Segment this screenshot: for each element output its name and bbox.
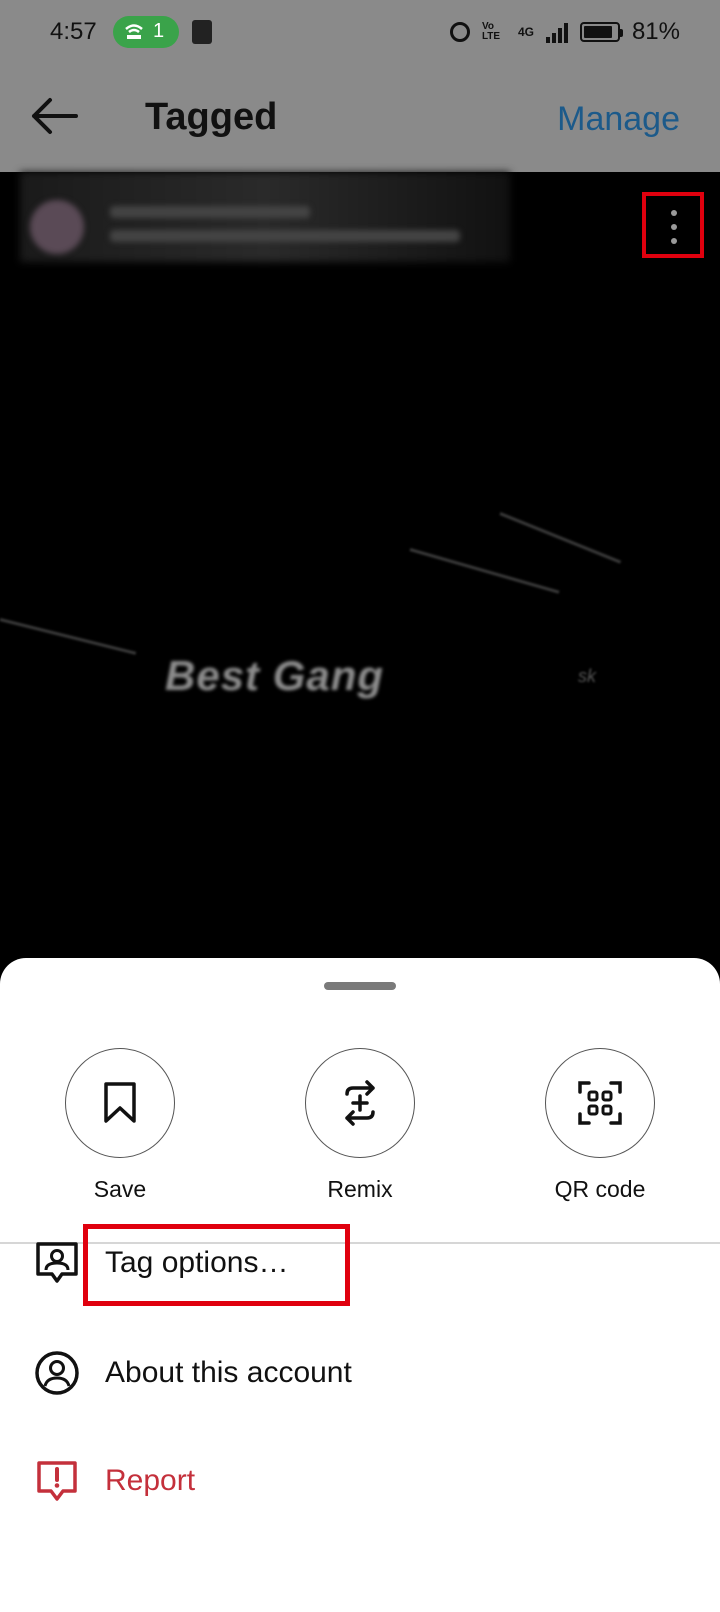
report-icon bbox=[34, 1458, 80, 1504]
qr-code-label: QR code bbox=[554, 1176, 646, 1202]
author-info-blurred bbox=[110, 206, 470, 246]
tag-options-highlight bbox=[83, 1224, 350, 1306]
top-bar: Tagged Manage bbox=[0, 66, 720, 172]
manage-button[interactable]: Manage bbox=[557, 100, 680, 139]
report-item[interactable]: Report bbox=[0, 1434, 720, 1534]
qr-code-icon bbox=[578, 1081, 622, 1125]
tagged-post: Best Gang sk bbox=[0, 172, 720, 962]
page-title: Tagged bbox=[145, 96, 278, 138]
save-circle[interactable] bbox=[65, 1048, 175, 1158]
back-arrow-icon[interactable] bbox=[30, 96, 80, 136]
remix-icon bbox=[345, 1080, 375, 1126]
hotspot-badge: 1 bbox=[113, 16, 179, 48]
volte-label: Vo LTE bbox=[481, 21, 501, 42]
network-label: 4G bbox=[517, 25, 534, 39]
status-bar: 4:57 1 Vo LTE 4G 81% bbox=[0, 0, 720, 66]
save-label: Save bbox=[93, 1176, 147, 1202]
save-button[interactable]: Save bbox=[60, 1048, 180, 1203]
alarm-icon bbox=[449, 22, 470, 42]
hotspot-count: 1 bbox=[153, 20, 165, 42]
remix-circle[interactable] bbox=[305, 1048, 415, 1158]
more-options-icon[interactable] bbox=[642, 192, 704, 258]
sheet-handle[interactable] bbox=[324, 982, 396, 990]
about-this-account-item[interactable]: About this account bbox=[0, 1326, 720, 1426]
app-notification-icon bbox=[192, 20, 212, 44]
signal-icon bbox=[545, 21, 568, 43]
account-circle-icon bbox=[34, 1350, 80, 1396]
battery-icon bbox=[579, 22, 623, 42]
remix-button[interactable]: Remix bbox=[300, 1048, 420, 1203]
about-this-account-label: About this account bbox=[105, 1356, 352, 1389]
wifi-icon bbox=[123, 20, 145, 48]
battery-percent: 81% bbox=[631, 18, 680, 45]
report-label: Report bbox=[105, 1464, 196, 1497]
remix-label: Remix bbox=[327, 1176, 393, 1202]
qr-code-button[interactable]: QR code bbox=[540, 1048, 660, 1203]
post-image-small-text: sk bbox=[578, 666, 596, 686]
streak-decoration bbox=[499, 512, 622, 564]
streak-decoration bbox=[409, 548, 560, 594]
tag-person-icon bbox=[34, 1240, 80, 1286]
qr-code-circle[interactable] bbox=[545, 1048, 655, 1158]
clock: 4:57 bbox=[50, 18, 97, 45]
bookmark-icon bbox=[104, 1082, 136, 1123]
post-image-text: Best Gang bbox=[165, 652, 385, 699]
avatar bbox=[30, 200, 84, 254]
streak-decoration bbox=[0, 618, 137, 655]
status-right: Vo LTE 4G 81% bbox=[449, 18, 680, 46]
